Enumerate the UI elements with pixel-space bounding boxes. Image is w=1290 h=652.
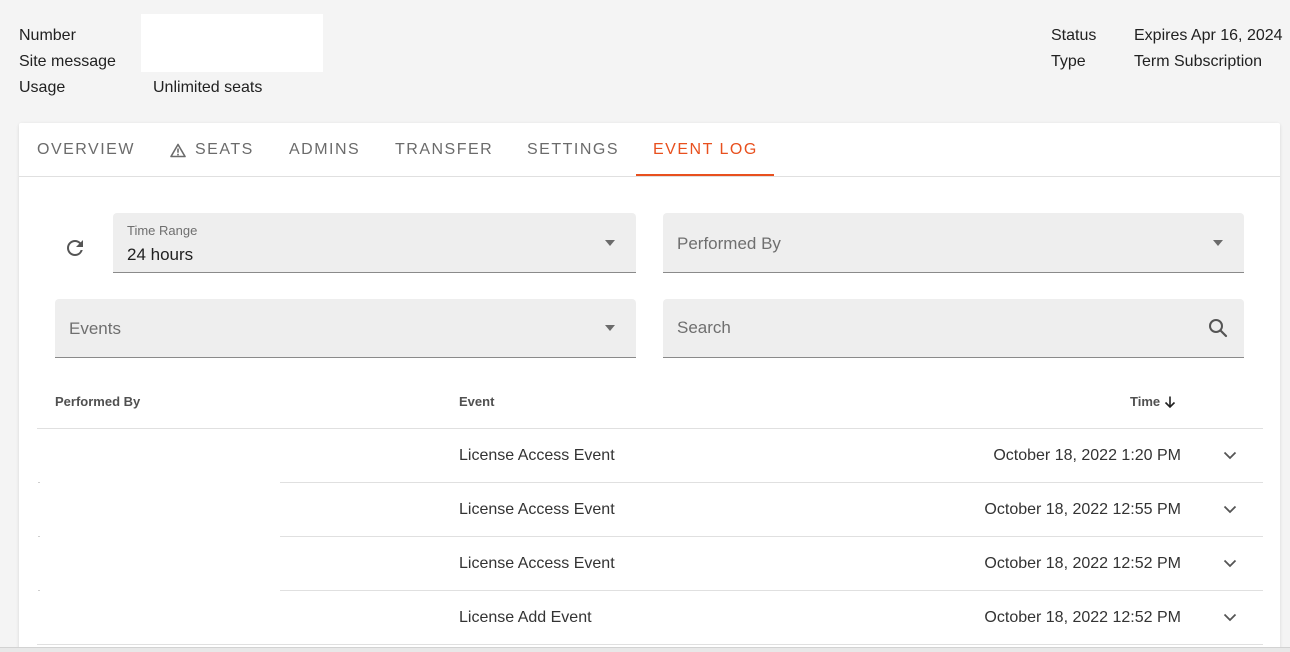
row-divider	[280, 536, 1263, 537]
usage-value: Unlimited seats	[153, 79, 263, 96]
tab-admins-label: ADMINS	[289, 141, 361, 158]
time-range-label: Time Range	[127, 223, 198, 238]
license-card: OVERVIEW SEATS ADMINS TRANSFER SETTINGS …	[19, 123, 1280, 652]
tab-bar: OVERVIEW SEATS ADMINS TRANSFER SETTINGS …	[19, 123, 1280, 177]
table-row-time: October 18, 2022 12:52 PM	[984, 555, 1181, 572]
tab-admins[interactable]: ADMINS	[289, 123, 360, 177]
column-header-time[interactable]: Time	[1130, 394, 1177, 409]
table-row-event: License Access Event	[459, 447, 615, 464]
chevron-down-icon	[1223, 505, 1237, 513]
table-row-time: October 18, 2022 1:20 PM	[993, 447, 1181, 464]
expand-row-button[interactable]	[1218, 605, 1242, 629]
search-input[interactable]	[677, 299, 1177, 357]
chevron-down-icon	[1223, 613, 1237, 621]
type-label: Type	[1051, 53, 1086, 70]
tab-transfer-label: TRANSFER	[395, 141, 494, 158]
table-row-event: License Add Event	[459, 609, 592, 626]
chevron-down-icon	[605, 325, 615, 331]
number-label: Number	[19, 27, 76, 44]
expand-row-button[interactable]	[1218, 443, 1242, 467]
expand-row-button[interactable]	[1218, 551, 1242, 575]
window-bottom-edge	[0, 647, 1290, 652]
time-range-select[interactable]: Time Range 24 hours	[113, 213, 636, 273]
chevron-down-icon	[605, 239, 615, 246]
time-range-value: 24 hours	[127, 245, 194, 264]
chevron-down-icon	[1213, 239, 1223, 246]
row-divider	[280, 590, 1263, 591]
table-row-time: October 18, 2022 12:55 PM	[984, 501, 1181, 518]
warning-icon	[170, 143, 186, 158]
redacted-mark	[38, 482, 40, 483]
active-tab-indicator	[636, 174, 774, 176]
refresh-icon	[67, 240, 83, 256]
chevron-down-icon	[1223, 451, 1237, 459]
search-field[interactable]	[663, 299, 1244, 358]
table-header-divider	[37, 428, 1263, 429]
column-header-performed-by[interactable]: Performed By	[55, 394, 140, 409]
tab-seats[interactable]: SEATS	[170, 123, 254, 177]
expand-row-button[interactable]	[1218, 497, 1242, 521]
tab-transfer[interactable]: TRANSFER	[395, 123, 493, 177]
table-row-event: License Access Event	[459, 555, 615, 572]
events-placeholder: Events	[69, 319, 121, 338]
column-header-time-label: Time	[1130, 394, 1161, 409]
tab-overview-label: OVERVIEW	[37, 141, 135, 158]
performed-by-placeholder: Performed By	[677, 234, 781, 253]
row-divider	[37, 644, 1263, 645]
events-select[interactable]: Events	[55, 299, 636, 358]
site-message-label: Site message	[19, 53, 116, 70]
status-label: Status	[1051, 27, 1097, 44]
column-header-event[interactable]: Event	[459, 394, 494, 409]
tab-settings[interactable]: SETTINGS	[527, 123, 619, 177]
tab-seats-label: SEATS	[195, 141, 254, 158]
refresh-button[interactable]	[63, 236, 87, 260]
status-value: Expires Apr 16, 2024	[1134, 27, 1283, 44]
usage-label: Usage	[19, 79, 66, 96]
redacted-mark	[38, 536, 40, 537]
search-icon[interactable]	[1206, 316, 1230, 340]
tab-settings-label: SETTINGS	[527, 141, 620, 158]
table-row-event: License Access Event	[459, 501, 615, 518]
redacted-value	[141, 14, 323, 72]
table-row-time: October 18, 2022 12:52 PM	[984, 609, 1181, 626]
tab-event-log-label: EVENT LOG	[653, 141, 758, 158]
tab-event-log[interactable]: EVENT LOG	[653, 123, 758, 177]
performed-by-select[interactable]: Performed By	[663, 213, 1244, 273]
row-divider	[280, 482, 1263, 483]
chevron-down-icon	[1223, 559, 1237, 567]
type-value: Term Subscription	[1134, 53, 1263, 70]
sort-arrow-down-icon	[1165, 396, 1176, 408]
tab-overview[interactable]: OVERVIEW	[37, 123, 135, 177]
redacted-mark	[38, 590, 40, 591]
